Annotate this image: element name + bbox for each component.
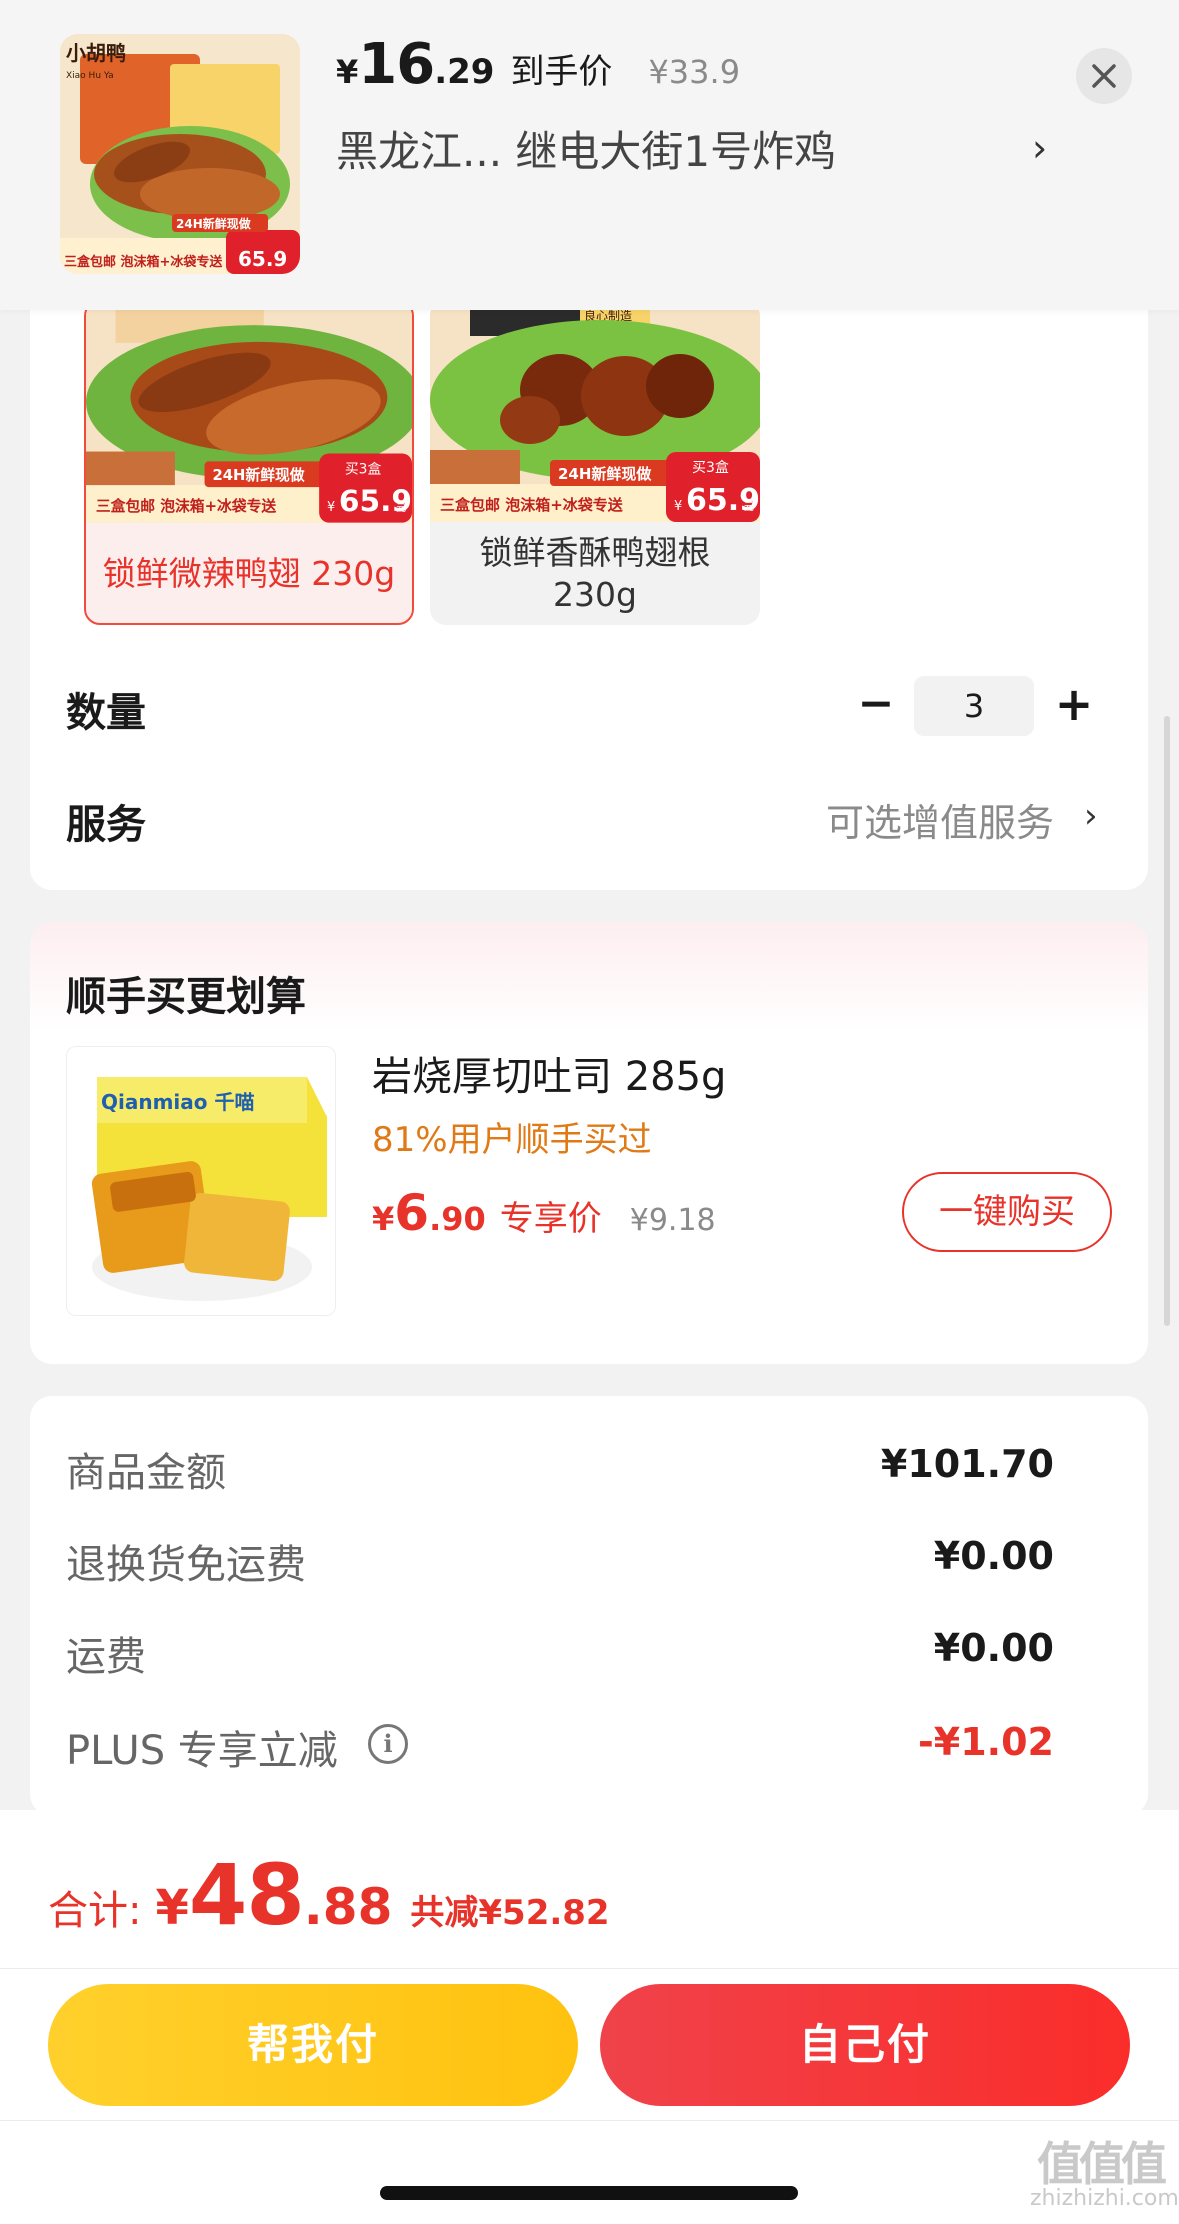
price-currency: ¥	[336, 53, 359, 91]
badge-yuan-text: 元	[396, 503, 406, 514]
total-label: 合计:	[48, 1888, 142, 1934]
one-click-buy-button[interactable]: 一键购买	[902, 1172, 1112, 1252]
plus-discount-value: -¥1.02	[918, 1720, 1054, 1764]
price-decimal: .29	[434, 52, 495, 92]
buy3-badge-text: 买3盒	[345, 460, 382, 477]
price-tag: 专享价	[499, 1199, 602, 1239]
buy3-badge-text: 买3盒	[692, 459, 729, 476]
watermark-url: zhizhizhi.com	[1030, 2186, 1179, 2211]
service-label: 服务	[66, 802, 146, 848]
total-amount: 合计: ¥ 48 .88 共减¥52.82	[48, 1846, 610, 1944]
help-pay-button[interactable]: 帮我付	[48, 1984, 578, 2106]
shipping-fee-label: 运费	[66, 1634, 146, 1680]
promo-strip-text: 三盒包邮 泡沫箱+冰袋专送	[96, 497, 277, 515]
promo-strip-text: 三盒包邮 泡沫箱+冰袋专送	[440, 496, 624, 514]
toast-product-image[interactable]: Qianmiao 千喵	[66, 1046, 336, 1316]
product-thumbnail[interactable]: 三盒包邮 泡沫箱+冰袋专送 65.9 小胡鸭 Xiao Hu Ya 24H新鲜现…	[60, 34, 300, 274]
header-price: ¥ 16 .29 到手价 ¥33.9	[336, 32, 740, 102]
quantity-input[interactable]: 3	[914, 676, 1034, 736]
delivery-address[interactable]: 黑龙江... 继电大街1号炸鸡	[336, 118, 836, 179]
total-saved: 共减¥52.82	[410, 1893, 610, 1933]
return-shipping-value: ¥0.00	[933, 1534, 1054, 1578]
price-integer: 16	[358, 32, 435, 97]
price-tag: 到手价	[510, 52, 613, 92]
recommend-buyers-note: 81%用户顺手买过	[372, 1120, 652, 1160]
self-pay-button[interactable]: 自己付	[600, 1984, 1130, 2106]
variant-label: 锁鲜香酥鸭翅根 230g	[479, 532, 711, 614]
price-decimal: .90	[429, 1200, 486, 1238]
variant-option-wing-root[interactable]: 良心制造 24H新鲜现做 买3盒 ¥ 65.9 元 三盒包邮 泡沫箱+冰袋专送 …	[430, 300, 760, 625]
goods-amount-value: ¥101.70	[880, 1442, 1054, 1486]
duck-wing-image: 三盒包邮 泡沫箱+冰袋专送 65.9 小胡鸭 Xiao Hu Ya 24H新鲜现…	[60, 34, 300, 274]
wing-root-image: 良心制造 24H新鲜现做 买3盒 ¥ 65.9 元 三盒包邮 泡沫箱+冰袋专送	[430, 300, 760, 522]
fresh-badge-text: 24H新鲜现做	[212, 466, 304, 484]
price-integer: 6	[394, 1184, 430, 1242]
quantity-label: 数量	[66, 690, 146, 736]
divider	[0, 2120, 1179, 2121]
order-summary-header: 三盒包邮 泡沫箱+冰袋专送 65.9 小胡鸭 Xiao Hu Ya 24H新鲜现…	[0, 0, 1179, 310]
price-currency: ¥	[372, 1200, 395, 1238]
return-shipping-label: 退换货免运费	[66, 1542, 306, 1588]
total-integer: 48	[188, 1846, 305, 1944]
brand-logo-text: 小胡鸭	[66, 41, 126, 65]
close-icon	[1092, 64, 1116, 88]
original-price: ¥33.9	[648, 53, 741, 91]
total-currency: ¥	[155, 1880, 189, 1936]
brand-logo-sub: Xiao Hu Ya	[66, 71, 114, 81]
recommend-price: ¥ 6 .90 专享价 ¥9.18	[372, 1184, 716, 1242]
home-indicator[interactable]	[380, 2186, 798, 2200]
variant-label: 锁鲜微辣鸭翅 230g	[102, 553, 396, 593]
info-icon[interactable]: i	[368, 1724, 408, 1764]
divider	[0, 1968, 1179, 1969]
watermark-logo: 值值值	[1037, 2137, 1167, 2191]
watermark: 值值值 zhizhizhi.com	[1030, 2137, 1179, 2211]
quantity-decrease-button[interactable]: −	[856, 676, 896, 736]
badge-currency: ¥	[674, 499, 682, 514]
toast-image: Qianmiao 千喵	[67, 1047, 335, 1315]
badge-currency: ¥	[327, 500, 335, 515]
total-decimal: .88	[303, 1878, 393, 1936]
chevron-right-icon[interactable]: ›	[1032, 126, 1047, 170]
brand-logo-text: Qianmiao 千喵	[101, 1090, 255, 1114]
goods-amount-label: 商品金额	[66, 1450, 226, 1496]
quantity-increase-button[interactable]: +	[1052, 676, 1096, 736]
chevron-right-icon[interactable]: ›	[1084, 796, 1098, 836]
shipping-fee-value: ¥0.00	[933, 1626, 1054, 1670]
recommend-title: 顺手买更划算	[66, 974, 306, 1020]
promo-price-text: 65.9	[238, 247, 287, 271]
fresh-badge-text: 24H新鲜现做	[558, 465, 652, 483]
scrollbar[interactable]	[1164, 716, 1170, 1326]
fresh-badge-text: 24H新鲜现做	[176, 216, 252, 231]
badge-yuan-text: 元	[744, 502, 754, 513]
close-button[interactable]	[1076, 48, 1132, 104]
variant-option-spicy-wing[interactable]: 24H新鲜现做 买3盒 ¥ 65.9 元 三盒包邮 泡沫箱+冰袋专送 锁鲜微辣鸭…	[84, 300, 414, 625]
spicy-wing-image: 24H新鲜现做 买3盒 ¥ 65.9 元 三盒包邮 泡沫箱+冰袋专送	[86, 303, 412, 523]
original-price: ¥9.18	[629, 1203, 716, 1238]
promo-strip-text: 三盒包邮 泡沫箱+冰袋专送	[64, 254, 223, 270]
plus-discount-label: PLUS 专享立减	[66, 1728, 338, 1774]
service-value[interactable]: 可选增值服务	[770, 792, 1054, 847]
recommend-product-name[interactable]: 岩烧厚切吐司 285g	[372, 1044, 726, 1102]
